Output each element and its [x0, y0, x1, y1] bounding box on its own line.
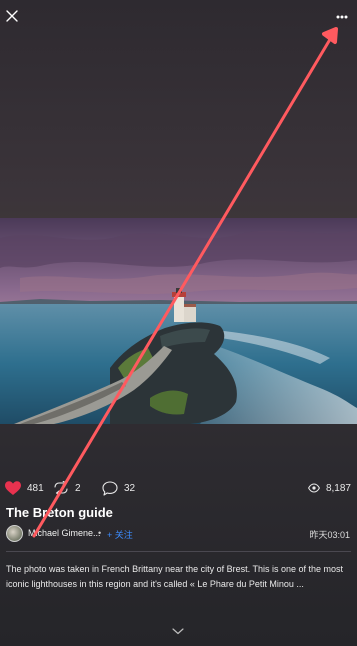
post-title: The Breton guide	[6, 505, 113, 520]
post-photo[interactable]	[0, 218, 357, 424]
repost-button[interactable]: 2	[53, 478, 81, 498]
comment-count: 32	[124, 482, 136, 494]
post-description[interactable]: The photo was taken in French Brittany n…	[6, 562, 352, 592]
author-row: Michael Gimene... • + 关注 昨天03:01	[0, 524, 357, 544]
more-dots-icon	[336, 15, 348, 19]
photo-viewer-screen: 481 2 32 8,187 The Breton guide Michael …	[0, 0, 357, 646]
close-button[interactable]	[4, 8, 24, 28]
lighthouse-photo	[0, 218, 357, 424]
follow-button[interactable]: + 关注	[107, 528, 133, 541]
post-timestamp: 昨天03:01	[309, 530, 350, 540]
eye-icon	[308, 483, 320, 493]
avatar[interactable]	[6, 525, 23, 542]
close-icon	[6, 10, 18, 22]
more-options-button[interactable]	[331, 8, 353, 26]
expand-button[interactable]	[170, 624, 186, 636]
author-name[interactable]: Michael Gimene...	[28, 528, 101, 538]
engagement-bar: 481 2 32 8,187	[0, 478, 357, 498]
comment-bubble-icon	[102, 480, 118, 496]
separator-dot: •	[98, 528, 102, 538]
heart-icon	[5, 480, 21, 495]
view-count: 8,187	[325, 482, 351, 494]
repost-count: 2	[75, 482, 81, 494]
chevron-down-icon	[172, 628, 184, 635]
divider	[6, 551, 351, 552]
comment-button[interactable]: 32	[102, 478, 135, 498]
view-stat: 8,187	[308, 478, 351, 498]
like-count: 481	[27, 482, 44, 494]
top-bar	[0, 0, 357, 36]
repost-icon	[54, 481, 68, 495]
like-button[interactable]: 481	[5, 478, 44, 498]
